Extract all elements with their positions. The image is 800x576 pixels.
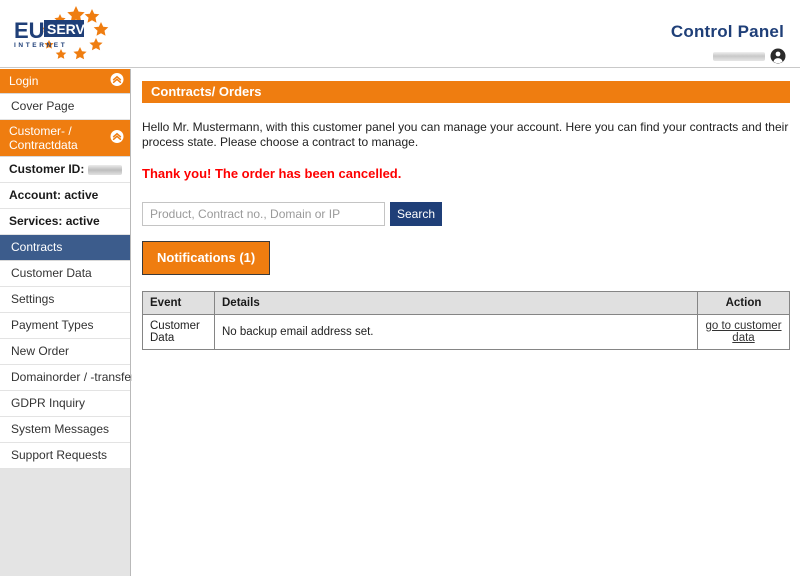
- svg-text:EU: EU: [14, 18, 45, 43]
- go-to-customer-data-link[interactable]: go to customer data: [705, 320, 781, 344]
- sidebar-item-customer-data[interactable]: Customer Data: [0, 261, 130, 287]
- search-input[interactable]: [142, 202, 385, 226]
- sidebar-section-customer-contractdata-label: Customer- / Contractdata: [9, 124, 78, 152]
- search-bar: Search: [142, 202, 790, 226]
- sidebar-item-account-status-label: Account: active: [9, 188, 99, 202]
- svg-text:SERV: SERV: [47, 21, 86, 37]
- column-header-event: Event: [142, 291, 215, 315]
- cell-details: No backup email address set.: [214, 314, 698, 350]
- sidebar-section-login[interactable]: Login: [0, 69, 130, 94]
- collapse-chevron-up-icon[interactable]: [110, 130, 124, 147]
- collapse-chevron-up-icon[interactable]: [110, 73, 124, 90]
- sidebar-item-support-requests-label: Support Requests: [11, 448, 108, 462]
- top-header: EU SERV INTERNET Control Panel: [0, 0, 800, 68]
- euserv-logo-icon: EU SERV INTERNET: [14, 6, 109, 60]
- sidebar-item-payment-types[interactable]: Payment Types: [0, 313, 130, 339]
- column-header-action: Action: [697, 291, 790, 315]
- sidebar-item-account-status: Account: active: [0, 183, 130, 209]
- user-account-icon[interactable]: [770, 48, 786, 64]
- sidebar-item-settings[interactable]: Settings: [0, 287, 130, 313]
- sidebar-item-new-order[interactable]: New Order: [0, 339, 130, 365]
- table-row: Customer Data No backup email address se…: [142, 314, 790, 350]
- sidebar-item-support-requests[interactable]: Support Requests: [0, 443, 130, 469]
- sidebar-item-services-status: Services: active: [0, 209, 130, 235]
- sidebar-item-contracts-label: Contracts: [11, 240, 63, 254]
- sidebar-item-customer-data-label: Customer Data: [11, 266, 92, 280]
- sidebar-item-domainorder-transfer-label: Domainorder / -transfer: [11, 370, 136, 384]
- tab-bar: Notifications (1): [142, 241, 790, 275]
- sidebar-item-new-order-label: New Order: [11, 344, 70, 358]
- sidebar-item-gdpr-inquiry-label: GDPR Inquiry: [11, 396, 86, 410]
- sidebar-item-system-messages[interactable]: System Messages: [0, 417, 130, 443]
- sidebar-item-settings-label: Settings: [11, 292, 55, 306]
- euserv-logo[interactable]: EU SERV INTERNET: [8, 4, 148, 66]
- table-header-row: Event Details Action: [142, 291, 790, 315]
- main-content: Contracts/ Orders Hello Mr. Mustermann, …: [132, 69, 800, 576]
- control-panel-page: EU SERV INTERNET Control Panel Login Cov…: [0, 0, 800, 576]
- sidebar-item-domainorder-transfer[interactable]: Domainorder / -transfer: [0, 365, 135, 391]
- sidebar-item-customer-id: Customer ID:: [0, 157, 130, 183]
- sidebar-item-system-messages-label: System Messages: [11, 422, 110, 436]
- username-redacted: [713, 51, 765, 61]
- sidebar-item-contracts[interactable]: Contracts: [0, 235, 130, 261]
- search-button[interactable]: Search: [390, 202, 442, 226]
- sidebar-section-login-label: Login: [9, 74, 39, 88]
- page-header-title: Control Panel: [670, 22, 784, 41]
- column-header-details: Details: [214, 291, 698, 315]
- user-account-area[interactable]: [713, 48, 786, 64]
- intro-text: Hello Mr. Mustermann, with this customer…: [142, 120, 789, 149]
- sidebar-item-customer-id-label: Customer ID:: [9, 162, 85, 176]
- svg-text:INTERNET: INTERNET: [14, 42, 67, 49]
- customer-id-redacted: [88, 164, 122, 175]
- cell-action: go to customer data: [697, 314, 790, 350]
- sidebar-item-gdpr-inquiry[interactable]: GDPR Inquiry: [0, 391, 130, 417]
- page-title: Contracts/ Orders: [142, 81, 790, 103]
- sidebar-item-services-status-label: Services: active: [9, 214, 100, 228]
- cell-event: Customer Data: [142, 314, 215, 350]
- flash-message: Thank you! The order has been cancelled.: [142, 166, 402, 181]
- sidebar-item-payment-types-label: Payment Types: [11, 318, 94, 332]
- tab-notifications[interactable]: Notifications (1): [142, 241, 271, 275]
- notifications-table: Event Details Action Customer Data No ba…: [142, 291, 790, 350]
- sidebar-navigation: Login Cover Page Customer- / Contractdat…: [0, 69, 135, 576]
- sidebar-item-cover-page[interactable]: Cover Page: [0, 94, 130, 120]
- sidebar-item-cover-page-label: Cover Page: [11, 99, 75, 113]
- sidebar-section-customer-contractdata[interactable]: Customer- / Contractdata: [0, 120, 130, 157]
